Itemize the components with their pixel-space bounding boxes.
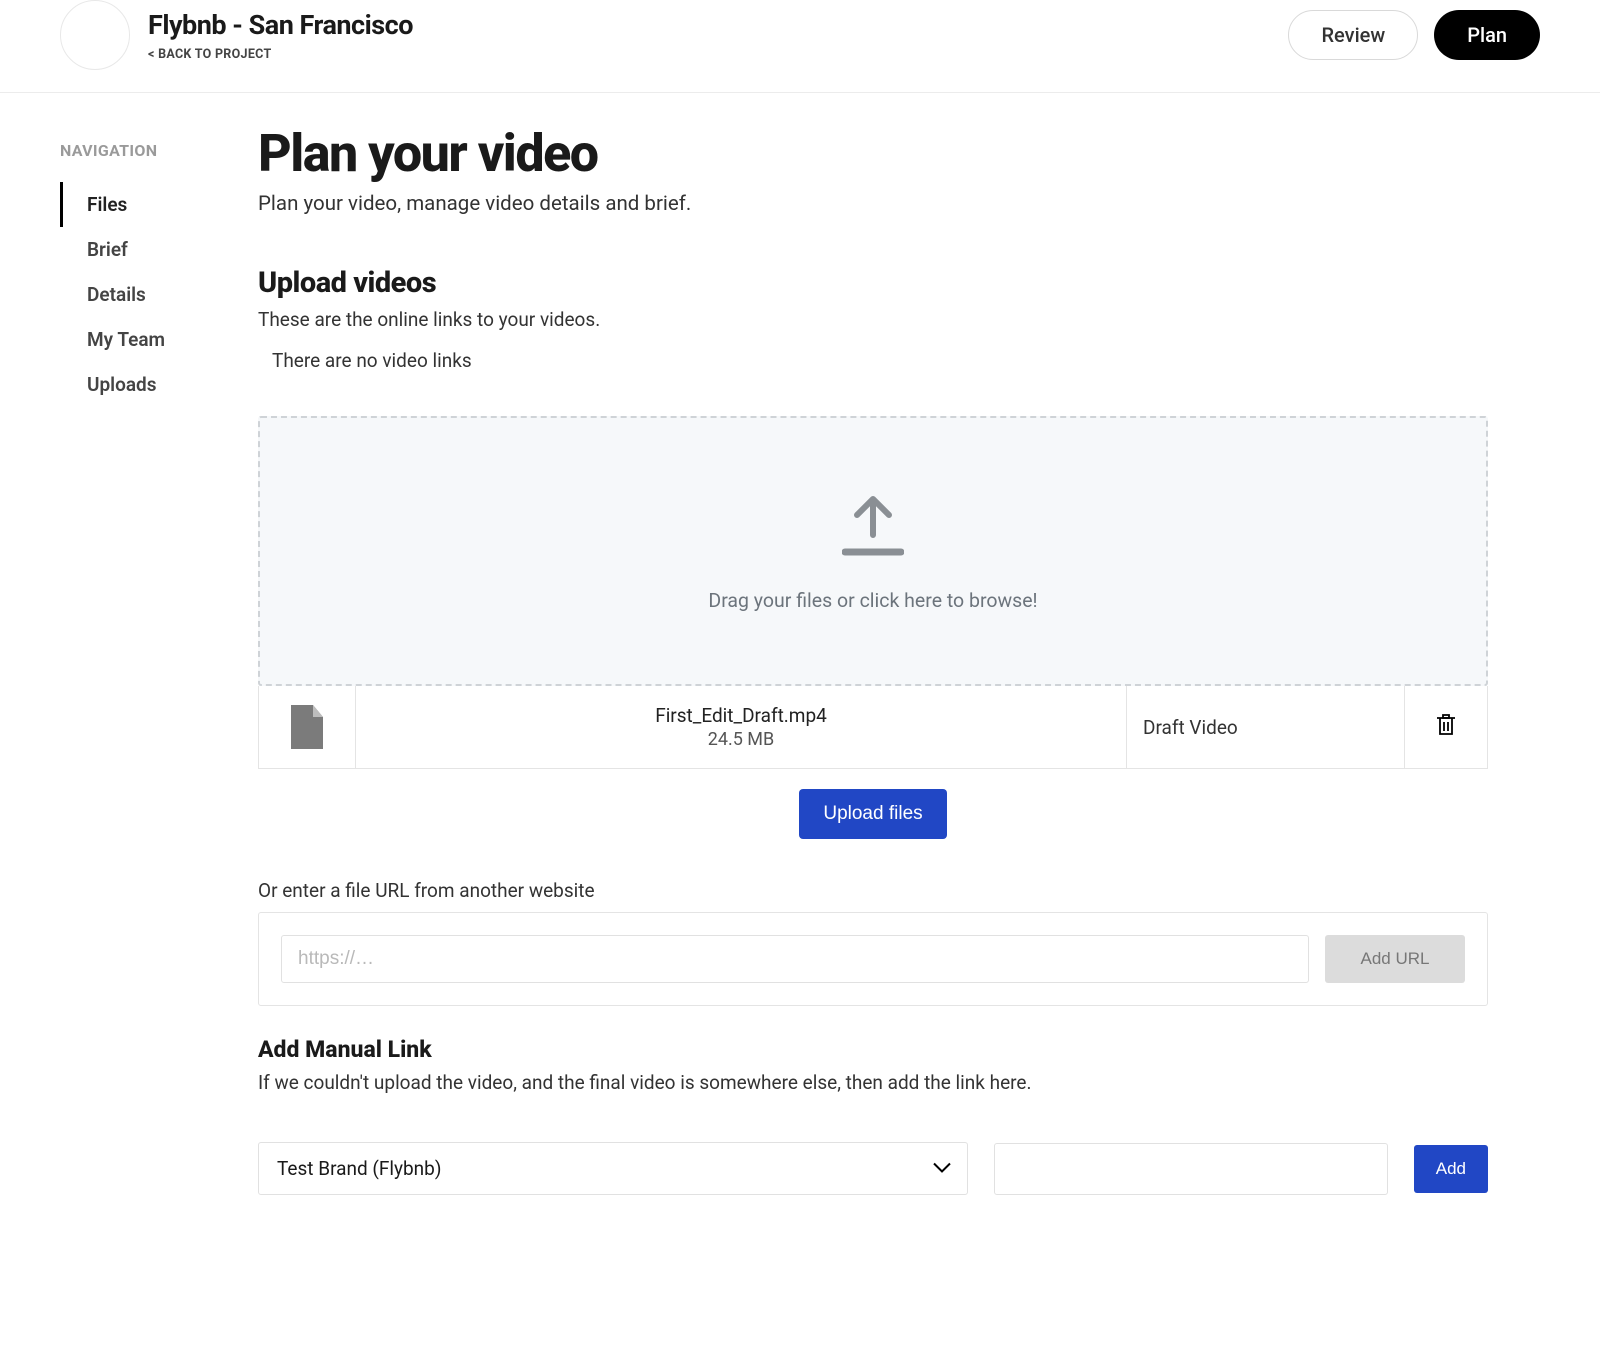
manual-link-input[interactable]: [994, 1143, 1388, 1195]
plan-button[interactable]: Plan: [1434, 10, 1540, 60]
upload-section-subtitle: These are the online links to your video…: [258, 308, 1488, 331]
url-entry-card: Add URL: [258, 912, 1488, 1006]
sidebar: NAVIGATION Files Brief Details My Team U…: [0, 93, 258, 407]
project-title: Flybnb - San Francisco: [148, 9, 413, 41]
sidebar-item-uploads[interactable]: Uploads: [60, 362, 258, 407]
header-bar: Flybnb - San Francisco < BACK TO PROJECT…: [0, 0, 1600, 93]
upload-files-button[interactable]: Upload files: [799, 789, 946, 839]
brand-select[interactable]: Test Brand (Flybnb): [258, 1142, 968, 1195]
file-name: First_Edit_Draft.mp4: [655, 704, 827, 727]
sidebar-item-my-team[interactable]: My Team: [60, 317, 258, 362]
review-button[interactable]: Review: [1288, 10, 1418, 60]
file-dropzone[interactable]: Drag your files or click here to browse!: [258, 416, 1488, 686]
main-content: Plan your video Plan your video, manage …: [258, 93, 1548, 1255]
sidebar-item-details[interactable]: Details: [60, 272, 258, 317]
file-url-input[interactable]: [281, 935, 1309, 983]
back-to-project-link[interactable]: < BACK TO PROJECT: [148, 47, 413, 62]
file-type: Draft Video: [1127, 686, 1405, 768]
trash-icon: [1435, 713, 1457, 741]
no-video-links-text: There are no video links: [258, 349, 1488, 372]
url-section-label: Or enter a file URL from another website: [258, 879, 1488, 902]
sidebar-item-files[interactable]: Files: [60, 182, 258, 227]
uploaded-file-row: First_Edit_Draft.mp4 24.5 MB Draft Video: [258, 686, 1488, 769]
add-url-button[interactable]: Add URL: [1325, 935, 1465, 983]
file-size: 24.5 MB: [708, 729, 775, 750]
delete-file-button[interactable]: [1405, 686, 1487, 768]
avatar: [60, 0, 130, 70]
manual-link-subtitle: If we couldn't upload the video, and the…: [258, 1071, 1488, 1094]
dropzone-text: Drag your files or click here to browse!: [708, 589, 1037, 612]
manual-link-title: Add Manual Link: [258, 1036, 1488, 1063]
upload-icon: [842, 491, 904, 589]
add-manual-link-button[interactable]: Add: [1414, 1145, 1488, 1193]
page-title: Plan your video: [258, 123, 1488, 184]
page-subtitle: Plan your video, manage video details an…: [258, 192, 1488, 216]
sidebar-item-brief[interactable]: Brief: [60, 227, 258, 272]
file-icon: [259, 686, 356, 768]
upload-section-title: Upload videos: [258, 266, 1488, 300]
sidebar-heading: NAVIGATION: [60, 141, 258, 160]
